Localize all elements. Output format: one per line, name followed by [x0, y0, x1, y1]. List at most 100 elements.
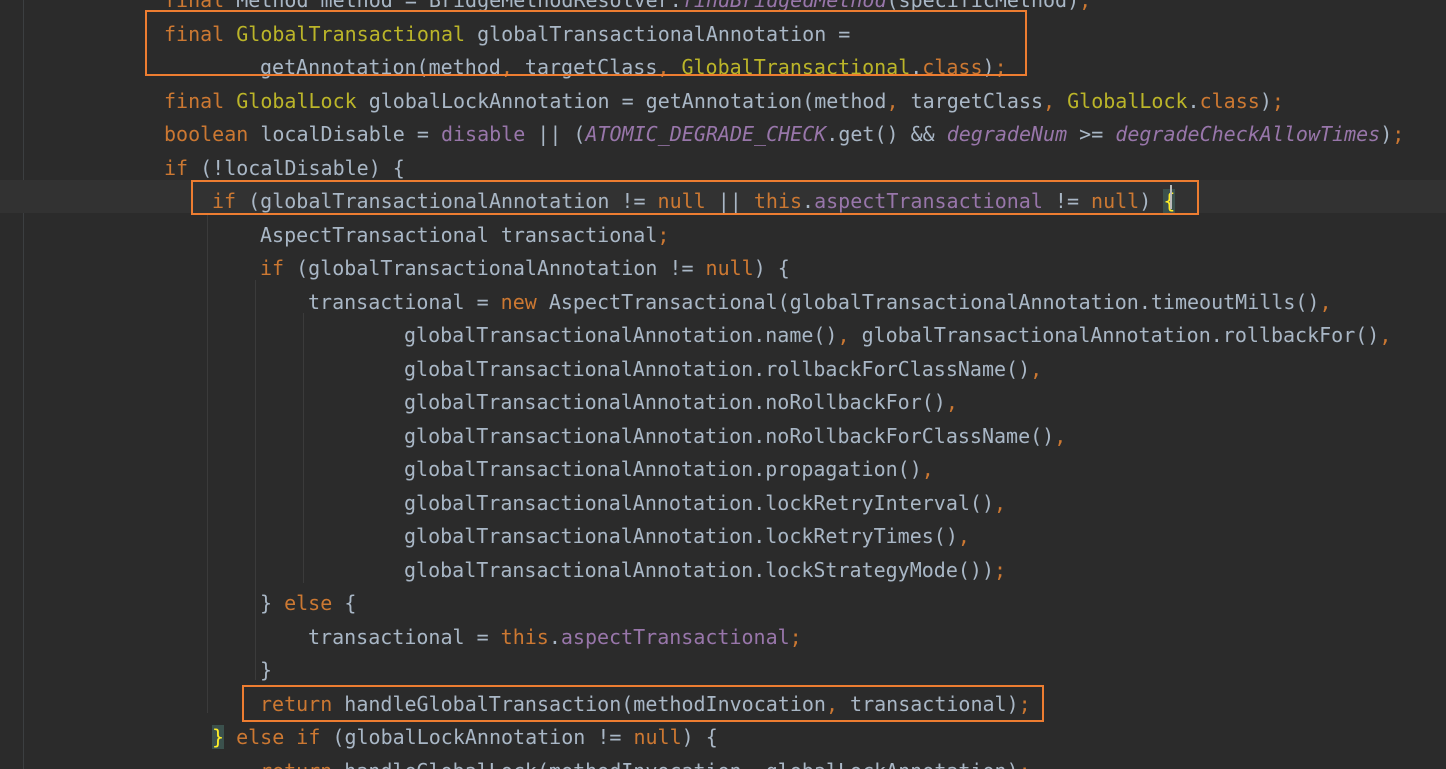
code-line[interactable]: } [260, 654, 272, 688]
code-token: , [742, 759, 766, 769]
code-token: ) [1380, 122, 1393, 146]
code-token: globalTransactionalAnnotation.rollbackFo… [404, 356, 1031, 381]
code-line[interactable]: } else if (globalLockAnnotation != null)… [212, 721, 718, 755]
code-token: globalLockAnnotation) [766, 759, 1019, 769]
code-line[interactable]: globalTransactionalAnnotation.lockStrate… [404, 554, 1006, 588]
code-token: null [633, 725, 682, 749]
code-line[interactable]: final GlobalLock globalLockAnnotation = … [164, 85, 1284, 119]
code-token: } [260, 591, 285, 615]
indent-guide [255, 280, 256, 680]
code-token: GlobalLock [236, 88, 357, 113]
code-token: return [260, 759, 344, 769]
code-token: , [1319, 289, 1332, 314]
code-token: ATOMIC_DEGRADE_CHECK [585, 122, 827, 146]
code-line[interactable]: globalTransactionalAnnotation.lockRetryT… [404, 520, 970, 554]
code-token: class [1199, 88, 1260, 113]
code-token: ) { [753, 256, 790, 280]
code-token: ; [1079, 0, 1092, 12]
code-line[interactable]: transactional = this.aspectTransactional… [308, 621, 802, 655]
code-token: transactional = [308, 289, 501, 314]
indent-guide [207, 213, 208, 713]
code-token: ; [789, 624, 802, 649]
code-token: , [837, 323, 862, 347]
indent-guide [303, 313, 304, 583]
code-token: disable [440, 122, 526, 146]
code-token: handleGlobalLock(methodInvocation [344, 759, 741, 769]
code-token: if [260, 256, 297, 280]
code-token: , [1379, 323, 1392, 347]
code-token: null [705, 256, 754, 280]
highlight-return-statement [242, 685, 1044, 722]
code-line[interactable]: globalTransactionalAnnotation.propagatio… [404, 453, 934, 487]
code-token: ; [657, 222, 670, 247]
code-token: globalTransactionalAnnotation.lockRetryT… [404, 524, 958, 548]
code-token: new [500, 289, 549, 314]
code-token: , [1030, 356, 1043, 381]
code-token: AspectTransactional(globalTransactionalA… [548, 289, 1320, 314]
code-token: else if [236, 725, 333, 749]
code-token: else [284, 591, 345, 615]
code-token: transactional = [308, 624, 501, 649]
code-line[interactable]: globalTransactionalAnnotation.noRollback… [404, 420, 1066, 454]
code-line[interactable]: globalTransactionalAnnotation.rollbackFo… [404, 353, 1042, 387]
code-token: globalTransactionalAnnotation.name() [404, 323, 838, 347]
code-token: targetClass [910, 88, 1044, 113]
code-token: this [500, 624, 549, 649]
code-token: , [1043, 88, 1068, 113]
code-token: . [1187, 88, 1200, 113]
code-token: ) { [681, 725, 718, 749]
code-token: , [957, 524, 970, 548]
text-caret [1170, 185, 1172, 209]
code-line[interactable]: } else { [260, 587, 356, 621]
code-token: } [260, 658, 273, 682]
code-token: globalTransactionalAnnotation.noRollback… [404, 423, 1055, 448]
code-token: , [1054, 423, 1067, 448]
code-token: ; [1019, 759, 1031, 769]
code-token: . [548, 624, 561, 649]
code-token: AspectTransactional transactional [260, 222, 658, 247]
code-line[interactable]: return handleGlobalLock(methodInvocation… [260, 755, 1031, 769]
code-line[interactable]: AspectTransactional transactional; [260, 219, 669, 253]
code-token: , [886, 88, 911, 113]
code-token: globalTransactionalAnnotation.lockRetryI… [404, 490, 995, 515]
code-token: GlobalLock [1067, 88, 1188, 113]
code-token: globalLockAnnotation = getAnnotation(met… [356, 88, 887, 113]
code-token: .get() && [826, 122, 947, 146]
code-token: , [994, 490, 1007, 515]
code-editor[interactable]: final Method method = BridgeMethodResolv… [0, 0, 1446, 769]
code-token: (globalTransactionalAnnotation != [296, 256, 706, 280]
code-token: >= [1067, 122, 1116, 146]
highlight-if-condition [191, 180, 1199, 215]
code-line[interactable]: boolean localDisable = disable || (ATOMI… [164, 118, 1404, 152]
code-token: if [164, 155, 201, 180]
code-token: , [945, 390, 958, 414]
code-token: (!localDisable) { [200, 155, 405, 180]
code-line[interactable]: globalTransactionalAnnotation.noRollback… [404, 386, 958, 420]
code-token: globalTransactionalAnnotation.lockStrate… [404, 557, 995, 582]
code-token: || ( [525, 122, 586, 146]
code-token: boolean [164, 122, 261, 146]
code-token: degradeCheckAllowTimes [1115, 122, 1381, 146]
code-token: { [344, 591, 357, 615]
code-token: localDisable = [260, 122, 441, 146]
code-line[interactable]: transactional = new AspectTransactional(… [308, 286, 1332, 320]
code-token: globalTransactionalAnnotation.noRollback… [404, 390, 946, 414]
code-token: aspectTransactional [560, 624, 790, 649]
code-token: (globalLockAnnotation != [332, 725, 634, 749]
highlight-global-transactional-annotation [145, 10, 1027, 76]
code-token: globalTransactionalAnnotation.rollbackFo… [861, 323, 1380, 347]
gutter-border [23, 0, 24, 769]
code-token: ; [1392, 122, 1405, 146]
code-line[interactable]: if (globalTransactionalAnnotation != nul… [260, 252, 790, 286]
code-token: ; [994, 557, 1007, 582]
code-token: final [164, 88, 237, 113]
code-token: degradeNum [946, 122, 1068, 146]
code-line[interactable]: globalTransactionalAnnotation.name(), gl… [404, 319, 1391, 353]
code-token: ) [1259, 88, 1272, 113]
code-token: , [921, 457, 934, 481]
code-line[interactable]: globalTransactionalAnnotation.lockRetryI… [404, 487, 1006, 521]
code-token: ; [1271, 88, 1284, 113]
code-token: globalTransactionalAnnotation.propagatio… [404, 457, 922, 481]
code-token: } [212, 725, 225, 749]
